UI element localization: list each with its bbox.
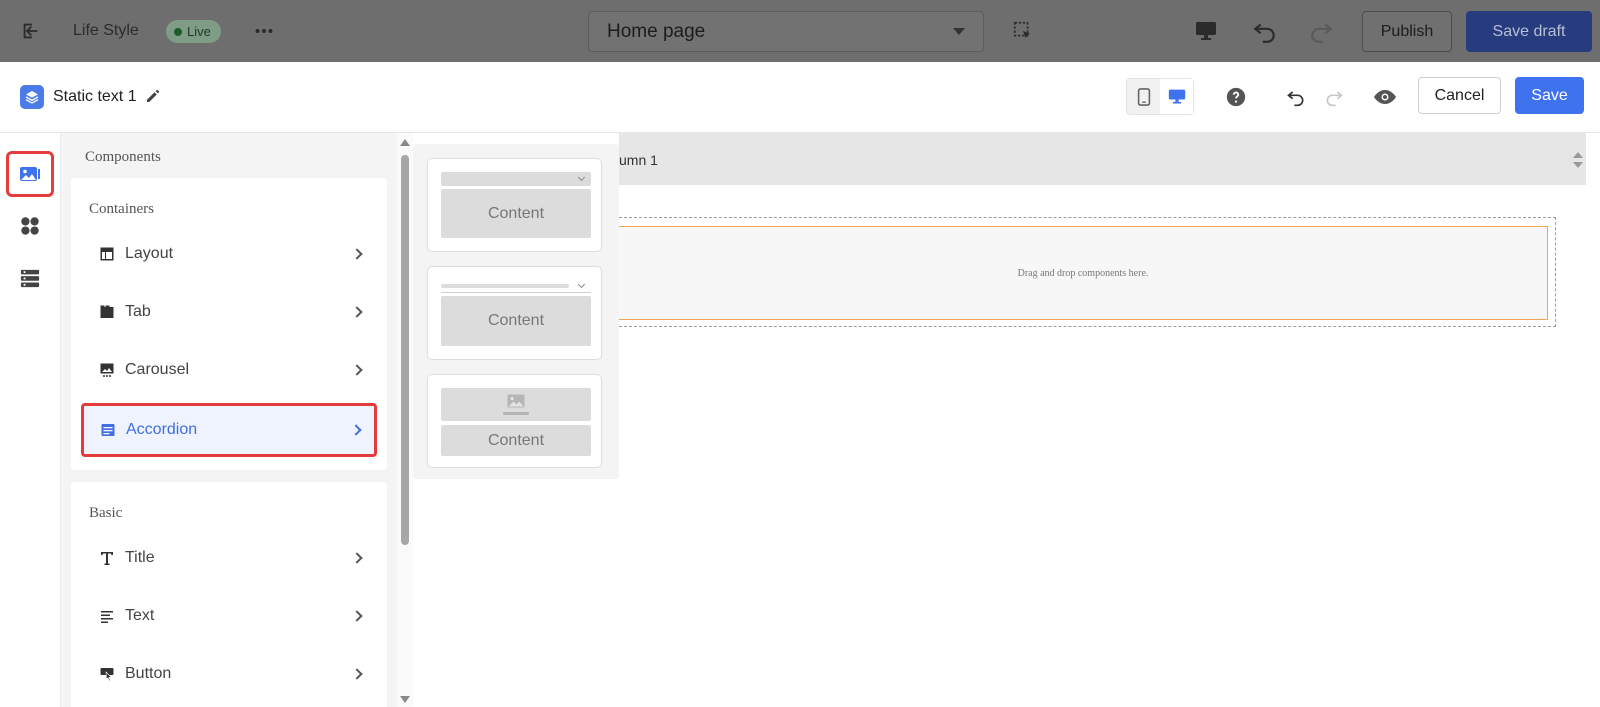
component-label: Text: [125, 607, 155, 624]
chevron-right-icon: [351, 610, 363, 622]
divider: [441, 292, 591, 293]
device-toggle: [1126, 78, 1194, 115]
panel-title: Components: [85, 149, 161, 165]
button-icon: [99, 666, 115, 682]
save-draft-button[interactable]: Save draft: [1466, 11, 1592, 52]
modal-header: Static text 1 Cancel Save: [0, 62, 1600, 133]
component-item-tab[interactable]: Tab: [83, 287, 375, 337]
select-area-icon[interactable]: [1010, 18, 1036, 44]
accordion-header-bar: [441, 172, 591, 186]
image-header: [441, 388, 591, 421]
cancel-button[interactable]: Cancel: [1418, 77, 1501, 114]
column-drop-area[interactable]: Drag and drop components here.: [619, 217, 1556, 327]
caret-down-icon: [953, 28, 965, 35]
component-item-button[interactable]: Button: [83, 649, 375, 699]
basic-group: Basic Title Text Button: [71, 482, 387, 707]
chevron-right-icon: [351, 248, 363, 260]
component-label: Accordion: [126, 421, 198, 438]
chevron-down-icon: [577, 280, 586, 289]
save-button[interactable]: Save: [1515, 77, 1584, 114]
exit-icon[interactable]: [18, 18, 44, 44]
accordion-header-line: [441, 284, 569, 288]
rail-components-button[interactable]: [6, 151, 54, 197]
live-status-badge: Live: [166, 20, 221, 43]
component-item-layout[interactable]: Layout: [83, 229, 375, 279]
accordion-icon: [100, 422, 116, 438]
title-icon: [99, 550, 115, 566]
accordion-template-1[interactable]: Content: [427, 158, 602, 252]
chevron-right-icon: [351, 668, 363, 680]
component-editor-modal: Static text 1 Cancel Save Components Con…: [0, 62, 1600, 707]
text-icon: [99, 608, 115, 624]
template-content: Content: [441, 296, 591, 346]
image-caption-bar: [503, 412, 529, 415]
chevron-right-icon: [351, 306, 363, 318]
page-select-value: Home page: [607, 20, 706, 42]
drop-zone[interactable]: Drag and drop components here.: [619, 226, 1548, 320]
editor-canvas: umn 1 Drag and drop components here.: [619, 133, 1600, 707]
publish-button[interactable]: Publish: [1362, 11, 1452, 52]
redo-icon[interactable]: [1308, 18, 1334, 44]
accordion-template-3[interactable]: Content: [427, 374, 602, 468]
scroll-down-icon[interactable]: [400, 696, 410, 703]
components-panel: Components Containers Layout Tab Carouse…: [61, 133, 397, 707]
image-icon: [507, 394, 525, 408]
scroll-thumb[interactable]: [401, 155, 409, 545]
accordion-template-2[interactable]: Content: [427, 266, 602, 360]
chevron-right-icon: [351, 552, 363, 564]
drop-hint: Drag and drop components here.: [1017, 267, 1149, 279]
scroll-up-icon[interactable]: [400, 139, 410, 146]
mobile-view-button[interactable]: [1127, 79, 1160, 114]
containers-group: Containers Layout Tab Carousel Accordion: [71, 178, 387, 470]
image-gallery-icon: [20, 167, 40, 181]
component-item-text[interactable]: Text: [83, 591, 375, 641]
template-content: Content: [441, 425, 591, 456]
desktop-icon: [1168, 89, 1185, 104]
desktop-view-button[interactable]: [1160, 79, 1193, 114]
layout-icon: [99, 246, 115, 262]
carousel-icon: [99, 362, 115, 378]
column-header[interactable]: umn 1: [619, 133, 1586, 185]
left-rail: [0, 133, 61, 707]
undo-icon[interactable]: [1252, 18, 1278, 44]
column-label: umn 1: [619, 152, 658, 168]
group-title: Containers: [89, 201, 154, 217]
help-icon[interactable]: [1223, 84, 1249, 110]
accordion-templates-popover: Content Content Content: [413, 144, 619, 479]
preview-eye-icon[interactable]: [1372, 84, 1398, 110]
top-bar: Life Style Live Home page Publish Save d…: [0, 0, 1600, 62]
group-title: Basic: [89, 505, 123, 521]
panel-scrollbar[interactable]: [397, 133, 413, 707]
tab-icon: [99, 304, 115, 320]
component-label: Button: [125, 665, 172, 682]
component-item-accordion[interactable]: Accordion: [81, 403, 377, 457]
page-select[interactable]: Home page: [588, 11, 984, 52]
status-label: Live: [187, 24, 211, 39]
sort-arrows-icon: [1573, 152, 1583, 168]
redo-icon[interactable]: [1321, 84, 1347, 110]
canvas-scrollbar[interactable]: [1586, 185, 1600, 707]
component-item-title[interactable]: Title: [83, 533, 375, 583]
chevron-right-icon: [351, 364, 363, 376]
rail-elements-button[interactable]: [6, 203, 54, 249]
more-icon[interactable]: [251, 18, 277, 44]
rail-layers-button[interactable]: [6, 255, 54, 301]
pencil-icon[interactable]: [144, 87, 162, 105]
desktop-icon[interactable]: [1193, 18, 1219, 44]
component-label: Layout: [125, 245, 174, 262]
component-item-carousel[interactable]: Carousel: [83, 345, 375, 395]
component-label: Carousel: [125, 361, 190, 378]
component-title: Static text 1: [53, 88, 137, 105]
component-label: Tab: [125, 303, 151, 320]
undo-icon[interactable]: [1283, 84, 1309, 110]
list-icon: [20, 269, 40, 288]
site-name: Life Style: [73, 22, 139, 39]
apps-icon: [21, 217, 39, 235]
mobile-icon: [1137, 87, 1150, 106]
chevron-right-icon: [350, 424, 362, 436]
layers-icon: [20, 85, 44, 109]
component-label: Title: [125, 549, 155, 566]
template-content: Content: [441, 189, 591, 238]
status-dot-icon: [174, 27, 182, 36]
